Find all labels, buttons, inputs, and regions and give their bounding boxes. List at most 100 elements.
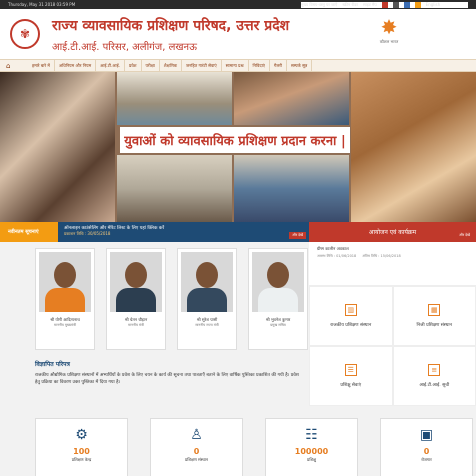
notice-title: विज्ञापित परिपत्र <box>35 361 70 368</box>
font-size-minus-button[interactable] <box>381 1 388 8</box>
dignitary-role: माननीय मंत्री <box>128 323 144 327</box>
site-subtitle: आई.टी.आई. परिसर, अलीगंज, लखनऊ <box>52 41 197 53</box>
stats-row: ⚙ 100 प्रशिक्षण केन्द्र ♙ 0 प्रशिक्षण सं… <box>0 406 476 476</box>
stat-value: 100000 <box>294 447 329 456</box>
stat-label: रोजगार <box>421 457 432 462</box>
events-more-button[interactable]: और देखें <box>456 232 473 239</box>
news-ticker-bar: नवीनतम सूचनाएं ऑनलाइन काउंसेलिंग और मेरि… <box>0 222 476 242</box>
hero-photo-carpentry <box>351 72 476 222</box>
dignitary-card[interactable]: श्री सुरेश पासी माननीय राज्य मंत्री <box>177 248 237 350</box>
dignitary-photo <box>110 252 162 312</box>
news-label: नवीनतम सूचनाएं <box>0 222 58 242</box>
nav-item-contact[interactable]: सम्पर्क सूत्र <box>287 59 313 72</box>
quick-link-private-institutes[interactable]: ▦ निजी प्रशिक्षण संस्थान <box>392 286 476 346</box>
sitemap-link[interactable]: साइट मैप <box>363 2 377 8</box>
skip-to-content-link[interactable]: मुख्य विषय-वस्तु पर जाएँ <box>301 2 337 8</box>
dignitary-card[interactable]: श्री चेतन चौहान माननीय मंत्री <box>106 248 166 350</box>
news-more-button[interactable]: और देखें <box>289 232 306 239</box>
nav-item-exam[interactable]: परीक्षा <box>142 59 160 72</box>
topbar-links: मुख्य विषय-वस्तु पर जाएँ स्क्रीन रीडर सा… <box>301 1 468 8</box>
tile-label: निजी प्रशिक्षण संस्थान <box>416 323 453 328</box>
stat-label: प्रशिक्षण संस्थान <box>184 457 209 462</box>
left-column: श्री योगी आदित्यनाथ माननीय मुख्यमंत्री श… <box>0 242 309 406</box>
nav-item-gallery[interactable]: गैलरी <box>270 59 287 72</box>
event-title[interactable]: ग्रीष्म कालीन अवकाश <box>317 246 468 252</box>
list-icon: ≡ <box>428 364 441 376</box>
stat-card: ▣ 0 रोजगार <box>380 418 473 476</box>
dignitary-role: प्रमुख सचिव <box>270 323 286 327</box>
group-icon: ☷ <box>305 427 318 443</box>
events-column: ग्रीष्म कालीन अवकाश आरम्भ तिथि : 01/06/2… <box>309 242 476 406</box>
tile-label: राजकीय प्रशिक्षण संस्थान <box>330 323 372 328</box>
dignitary-card[interactable]: श्री भुवनेश कुमार प्रमुख सचिव <box>248 248 308 350</box>
school-icon: ▦ <box>428 304 441 316</box>
site-title: राज्य व्यावसायिक प्रशिक्षण परिषद, उत्तर … <box>52 17 290 34</box>
event-start-date: आरम्भ तिथि : 01/06/2018 <box>317 254 357 258</box>
datetime-label: Thursday, May 31 2018 03:59 PM <box>8 2 76 7</box>
dignitary-name: श्री सुरेश पासी <box>196 317 218 322</box>
building-icon: ▥ <box>344 304 357 316</box>
dignitary-photo <box>181 252 233 312</box>
quick-link-apprentice-services[interactable]: ☰ प्रशिक्षु सेवाएं <box>309 346 393 406</box>
dignitary-photo <box>39 252 91 312</box>
notice-text: राजकीय औद्योगिक प्रशिक्षण संस्थानों में … <box>35 373 299 385</box>
hero-slider[interactable]: युवाओं को व्यावसायिक प्रशिक्षण प्रदान कर… <box>0 72 476 222</box>
hero-photo-workshop <box>234 72 349 125</box>
stat-card: ⚙ 100 प्रशिक्षण केन्द्र <box>35 418 128 476</box>
nav-item-iti[interactable]: आई.टी.आई. <box>96 59 125 72</box>
home-icon[interactable]: ⌂ <box>6 62 26 70</box>
dignitary-role: माननीय राज्य मंत्री <box>195 323 219 327</box>
stat-label: प्रशिक्षण केन्द्र <box>71 457 92 462</box>
skill-india-icon: ✸ <box>380 15 398 39</box>
dignitary-card[interactable]: श्री योगी आदित्यनाथ माननीय मुख्यमंत्री <box>35 248 95 350</box>
hero-banner-text: युवाओं को व्यावसायिक प्रशिक्षण प्रदान कर… <box>120 127 350 153</box>
dignitary-role: माननीय मुख्यमंत्री <box>53 323 77 327</box>
stat-card: ♙ 0 प्रशिक्षण संस्थान <box>150 418 243 476</box>
font-size-normal-button[interactable] <box>392 1 399 8</box>
event-item[interactable]: ग्रीष्म कालीन अवकाश आरम्भ तिथि : 01/06/2… <box>309 242 476 286</box>
nav-item-about[interactable]: हमारे बारे में <box>28 59 55 72</box>
quick-links-grid: ▥ राजकीय प्रशिक्षण संस्थान ▦ निजी प्रशिक… <box>309 286 476 406</box>
stat-label: प्रशिक्षु <box>307 457 316 462</box>
main-navigation: ⌂ हमारे बारे में अधिनियम और नियम आई.टी.आ… <box>0 59 476 72</box>
nav-item-academic[interactable]: शैक्षणिक <box>160 59 182 72</box>
events-title: आयोजन एवं कार्यक्रम <box>368 229 417 236</box>
screen-reader-link[interactable]: स्क्रीन रीडर <box>342 2 358 8</box>
news-ticker[interactable]: ऑनलाइन काउंसेलिंग और मेरिट लिस्ट के लिए … <box>58 222 309 242</box>
stat-value: 0 <box>423 447 430 456</box>
font-size-plus-button[interactable] <box>403 1 410 8</box>
dignitary-name: श्री योगी आदित्यनाथ <box>50 317 80 322</box>
nav-item-services[interactable]: जनहित गारंटी सेवाएं <box>182 59 222 72</box>
quick-link-iti-list[interactable]: ≡ आई.टी.आई. सूची <box>392 346 476 406</box>
nav-item-acts[interactable]: अधिनियम और नियम <box>55 59 97 72</box>
tile-label: प्रशिक्षु सेवाएं <box>340 383 362 388</box>
gear-icon: ⚙ <box>75 427 88 443</box>
site-title-block: राज्य व्यावसायिक प्रशिक्षण परिषद, उत्तर … <box>52 16 289 53</box>
dignitaries-row: श्री योगी आदित्यनाथ माननीय मुख्यमंत्री श… <box>0 248 309 350</box>
person-icon: ♙ <box>190 427 203 443</box>
event-end-date: अंतिम तिथि : 15/06/2018 <box>362 254 401 258</box>
notice-section: विज्ञापित परिपत्र राजकीय औद्योगिक प्रशिक… <box>0 350 309 386</box>
hero-photo-classroom <box>117 72 232 125</box>
stat-value: 100 <box>73 447 90 456</box>
hero-photo-girls-computer <box>117 155 232 222</box>
dignitary-photo <box>252 252 304 312</box>
quick-link-govt-institutes[interactable]: ▥ राजकीय प्रशिक्षण संस्थान <box>309 286 393 346</box>
news-date: प्रकाशन तिथि : 30/05/2018 <box>64 231 111 236</box>
skill-india-logo[interactable]: ✸ कौशल भारत <box>376 17 402 51</box>
dignitary-name: श्री भुवनेश कुमार <box>265 317 291 322</box>
nav-item-faq[interactable]: सामान्य प्रश्न <box>222 59 249 72</box>
main-content: श्री योगी आदित्यनाथ माननीय मुख्यमंत्री श… <box>0 242 476 406</box>
hero-photo-students-group <box>234 155 349 222</box>
presentation-icon: ▣ <box>419 427 434 443</box>
stat-card: ☷ 100000 प्रशिक्षु <box>265 418 358 476</box>
language-english-link[interactable]: English <box>426 2 440 7</box>
site-header: ✾ राज्य व्यावसायिक प्रशिक्षण परिषद, उत्त… <box>0 9 476 59</box>
contrast-toggle-button[interactable] <box>414 1 421 8</box>
nav-item-tenders[interactable]: निविदाएं <box>249 59 270 72</box>
tile-label: आई.टी.आई. सूची <box>419 383 450 388</box>
nav-item-admission[interactable]: प्रवेश <box>125 59 142 72</box>
skill-india-caption: कौशल भारत <box>379 39 399 44</box>
govt-emblem-icon[interactable]: ✾ <box>10 19 40 49</box>
event-dates: आरम्भ तिथि : 01/06/2018 अंतिम तिथि : 15/… <box>317 254 468 259</box>
